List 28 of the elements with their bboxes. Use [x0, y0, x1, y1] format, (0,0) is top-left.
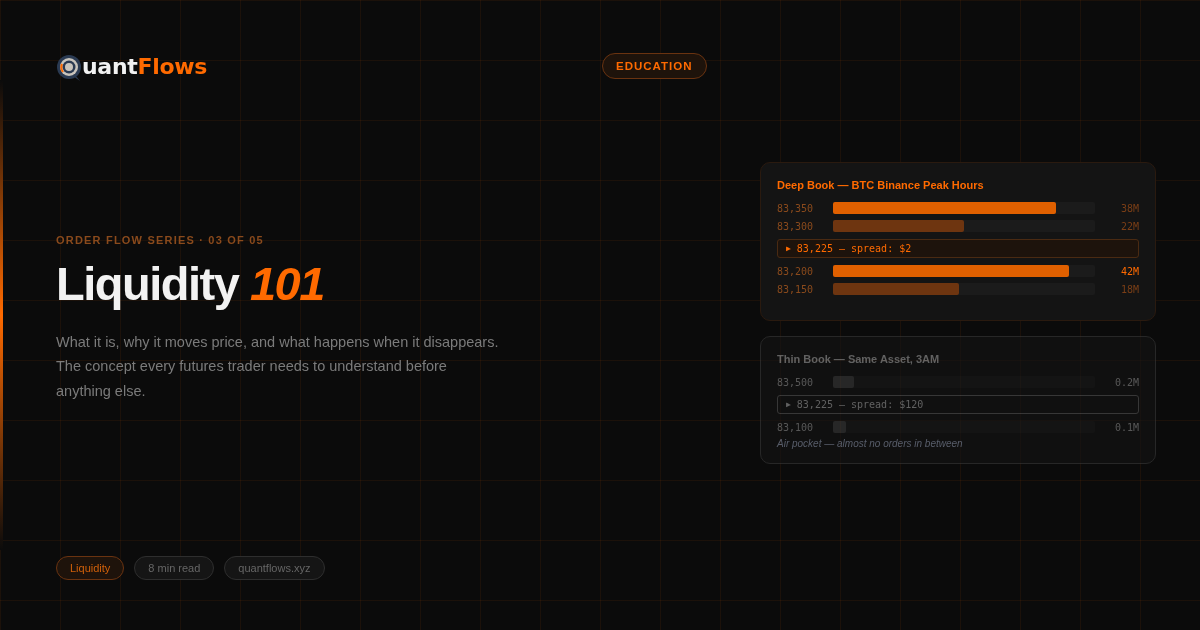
spread-label: 83,225 — spread: $2 [796, 243, 912, 254]
price-label: 83,150 [777, 283, 815, 295]
spread-label: 83,225 — spread: $120 [796, 399, 924, 410]
volume-label: 22M [1119, 220, 1139, 232]
tag: Liquidity [56, 556, 125, 580]
price-label: 83,200 [777, 265, 815, 277]
category-badge: EDUCATION [602, 53, 707, 79]
target-icon [56, 54, 82, 82]
card-title: Deep Book — BTC Binance Peak Hours [777, 179, 985, 191]
brand-name: uantFlows [82, 53, 208, 79]
headline: Liquidity 101 [56, 258, 325, 310]
play-icon: ▶ [786, 244, 791, 253]
price-label: 83,500 [777, 376, 815, 388]
description: What it is, why it moves price, and what happens when it disappears. The concept every futures trader needs to understand before anything else. [56, 332, 500, 401]
volume-label: 0.2M [1113, 376, 1139, 388]
card-note: Air pocket — almost no orders in between [777, 438, 964, 449]
volume-label: 0.1M [1113, 421, 1139, 433]
volume-label: 38M [1119, 202, 1139, 214]
volume-label: 18M [1119, 283, 1139, 295]
series-label: ORDER FLOW SERIES · 03 OF 05 [56, 234, 265, 246]
price-label: 83,300 [777, 220, 815, 232]
price-label: 83,350 [777, 202, 815, 214]
volume-label: 42M [1119, 265, 1139, 277]
card-title: Thin Book — Same Asset, 3AM [777, 353, 941, 365]
tag: 8 min read [134, 556, 215, 580]
price-label: 83,100 [777, 421, 815, 433]
play-icon: ▶ [786, 400, 791, 409]
tag: quantflows.xyz [224, 556, 325, 580]
